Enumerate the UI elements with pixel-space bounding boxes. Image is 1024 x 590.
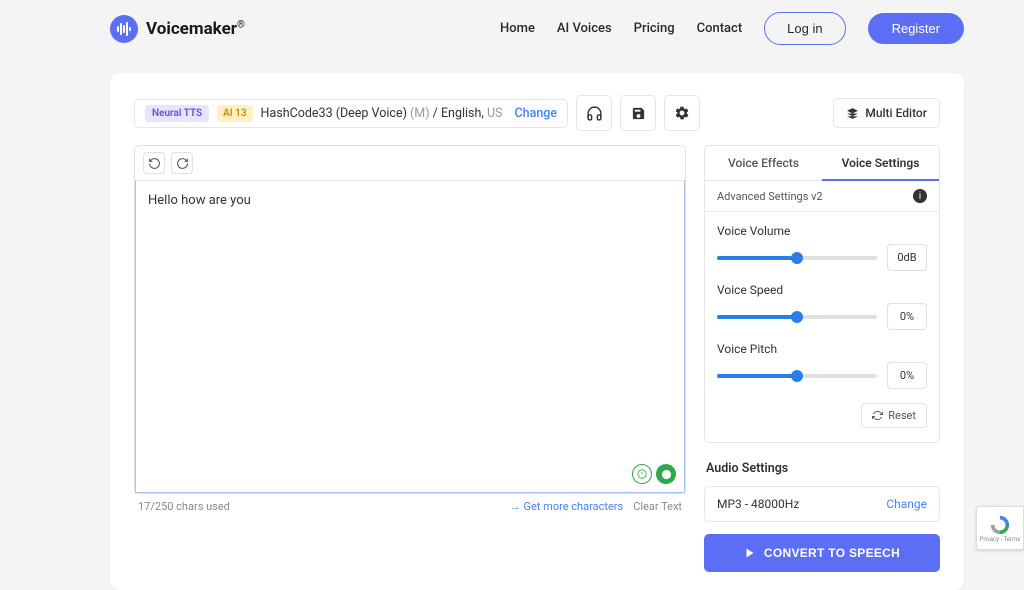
- voice-speed-value[interactable]: 0%: [887, 303, 927, 330]
- grammar-icon[interactable]: [632, 464, 652, 484]
- slider-label-speed: Voice Speed: [717, 283, 927, 297]
- layers-icon: [846, 107, 859, 120]
- register-button[interactable]: Register: [868, 13, 964, 44]
- play-icon: [744, 547, 756, 559]
- tab-voice-effects[interactable]: Voice Effects: [705, 146, 822, 181]
- editor-frame: Hello how are you: [134, 145, 686, 494]
- slider-label-volume: Voice Volume: [717, 224, 927, 238]
- nav-contact[interactable]: Contact: [697, 21, 743, 36]
- voice-selector[interactable]: Neural TTS AI 13 HashCode33 (Deep Voice)…: [134, 99, 568, 128]
- voice-volume-slider[interactable]: [717, 256, 877, 260]
- headphones-button[interactable]: [576, 95, 612, 131]
- reset-button[interactable]: Reset: [861, 403, 927, 428]
- login-button[interactable]: Log in: [764, 12, 845, 45]
- recaptcha-icon: [989, 514, 1011, 536]
- undo-button[interactable]: [143, 152, 165, 174]
- clear-text-button[interactable]: Clear Text: [633, 500, 682, 513]
- settings-gear-button[interactable]: [664, 95, 700, 131]
- logo[interactable]: Voicemaker®: [110, 15, 245, 43]
- nav-ai-voices[interactable]: AI Voices: [557, 21, 612, 36]
- recaptcha-badge[interactable]: Privacy - Terms: [976, 506, 1024, 550]
- badge-neural-tts: Neural TTS: [145, 105, 209, 122]
- refresh-icon: [872, 410, 883, 421]
- tab-voice-settings[interactable]: Voice Settings: [822, 146, 939, 181]
- voice-pitch-value[interactable]: 0%: [887, 362, 927, 389]
- change-audio-format-link[interactable]: Change: [886, 497, 927, 511]
- main-card: Neural TTS AI 13 HashCode33 (Deep Voice)…: [110, 73, 964, 590]
- get-more-characters-link[interactable]: → Get more characters: [510, 500, 623, 513]
- convert-to-speech-button[interactable]: CONVERT TO SPEECH: [704, 534, 940, 572]
- multi-editor-button[interactable]: Multi Editor: [833, 98, 940, 128]
- redo-button[interactable]: [171, 152, 193, 174]
- logo-icon: [110, 15, 138, 43]
- brand-name: Voicemaker®: [146, 19, 245, 39]
- voice-name-label: HashCode33 (Deep Voice) (M) / English, U…: [261, 106, 503, 121]
- save-button[interactable]: [620, 95, 656, 131]
- nav-home[interactable]: Home: [500, 21, 535, 36]
- audio-format-row: MP3 - 48000Hz Change: [704, 486, 940, 522]
- slider-label-pitch: Voice Pitch: [717, 342, 927, 356]
- nav-pricing[interactable]: Pricing: [634, 21, 675, 36]
- badge-ai: AI 13: [217, 105, 252, 122]
- audio-format-value: MP3 - 48000Hz: [717, 497, 799, 511]
- audio-settings-label: Audio Settings: [706, 461, 940, 476]
- voice-pitch-slider[interactable]: [717, 374, 877, 378]
- info-icon[interactable]: i: [913, 189, 927, 203]
- assistant-icon[interactable]: [656, 464, 676, 484]
- char-count: 17/250 chars used: [138, 500, 230, 513]
- change-voice-link[interactable]: Change: [514, 106, 557, 121]
- voice-settings-panel: Voice Effects Voice Settings Advanced Se…: [704, 145, 940, 443]
- voice-speed-slider[interactable]: [717, 315, 877, 319]
- advanced-settings-row[interactable]: Advanced Settings v2 i: [705, 181, 939, 212]
- text-input-area[interactable]: Hello how are you: [135, 181, 685, 493]
- voice-volume-value[interactable]: 0dB: [887, 244, 927, 271]
